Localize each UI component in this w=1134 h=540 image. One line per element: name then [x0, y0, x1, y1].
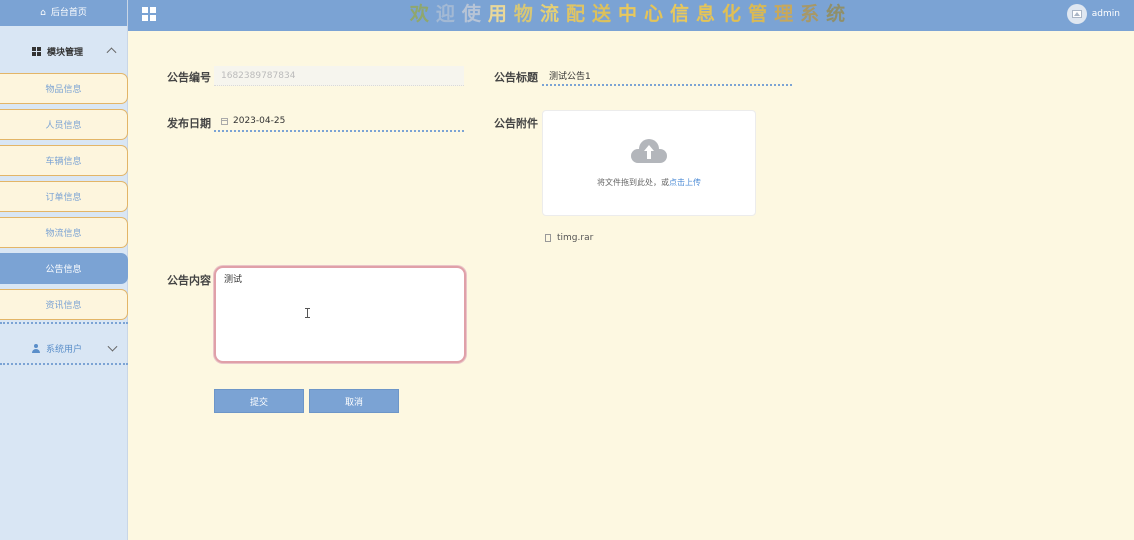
- attachment-label: 公告附件: [494, 117, 538, 130]
- upload-link[interactable]: 点击上传: [669, 178, 701, 187]
- sidebar-item-goods[interactable]: 物品信息: [0, 73, 128, 104]
- cancel-button[interactable]: 取消: [309, 389, 399, 413]
- avatar[interactable]: [1066, 4, 1087, 24]
- sidebar-group-label: 模块管理: [47, 47, 84, 58]
- image-icon: [1071, 10, 1082, 18]
- top-header: 欢迎使用物流配送中心信息化管理系统 admin: [128, 0, 1134, 31]
- sidebar-group-label: 系统用户: [46, 344, 83, 355]
- sidebar-group-users[interactable]: 系统用户: [0, 328, 128, 368]
- sidebar-home-label: 后台首页: [50, 8, 87, 18]
- sidebar-item-logistics[interactable]: 物流信息: [0, 217, 128, 248]
- upload-hint-text: 将文件拖到此处，或: [597, 177, 669, 187]
- sidebar-item-staff[interactable]: 人员信息: [0, 109, 128, 140]
- page-title: 欢迎使用物流配送中心信息化管理系统: [409, 3, 853, 25]
- date-label: 发布日期: [167, 117, 211, 130]
- submit-button[interactable]: 提交: [214, 389, 304, 413]
- id-label: 公告编号: [167, 71, 211, 84]
- content-value: 测试: [224, 275, 243, 285]
- home-icon: ⌂: [40, 8, 46, 18]
- sidebar: ⌂ 后台首页 模块管理 物品信息 人员信息 车辆信息 订单信息 物流信息 公告信…: [0, 0, 128, 540]
- sidebar-item-label: 物品信息: [45, 85, 82, 95]
- sidebar-item-orders[interactable]: 订单信息: [0, 181, 128, 212]
- sidebar-item-label: 车辆信息: [45, 157, 82, 167]
- sidebar-item-announcements[interactable]: 公告信息: [0, 253, 128, 284]
- sidebar-group-modules[interactable]: 模块管理: [0, 31, 127, 71]
- sidebar-item-news[interactable]: 资讯信息: [0, 289, 128, 320]
- sidebar-item-label: 物流信息: [45, 229, 82, 239]
- sidebar-item-label: 订单信息: [45, 193, 82, 203]
- content-label: 公告内容: [167, 274, 211, 287]
- upload-dropzone[interactable]: 将文件拖到此处，或点击上传: [542, 110, 756, 216]
- sidebar-item-label: 公告信息: [45, 265, 82, 275]
- sidebar-divider: [0, 363, 128, 365]
- date-value: 2023-04-25: [233, 116, 286, 126]
- content-textarea[interactable]: 测试: [214, 266, 466, 363]
- text-cursor-icon: [305, 308, 310, 318]
- sidebar-item-vehicles[interactable]: 车辆信息: [0, 145, 128, 176]
- username: admin: [1091, 9, 1120, 19]
- calendar-icon: [221, 117, 228, 125]
- sidebar-divider: [0, 322, 128, 324]
- title-input[interactable]: 测试公告1: [542, 66, 792, 86]
- file-name: timg.rar: [557, 233, 594, 243]
- user-icon: [32, 343, 40, 353]
- attachment-file[interactable]: timg.rar: [545, 233, 593, 243]
- sidebar-home[interactable]: ⌂ 后台首页: [0, 0, 127, 26]
- id-field: 1682389787834: [214, 66, 464, 86]
- title-label: 公告标题: [494, 71, 538, 84]
- chevron-up-icon: [106, 47, 117, 58]
- sidebar-item-label: 人员信息: [45, 121, 82, 131]
- cloud-upload-icon: [631, 138, 667, 163]
- sidebar-item-label: 资讯信息: [45, 301, 82, 311]
- document-icon: [545, 234, 551, 242]
- chevron-down-icon: [107, 341, 118, 352]
- upload-hint: 将文件拖到此处，或点击上传: [597, 177, 701, 188]
- grid-icon: [32, 46, 41, 56]
- title-value: 测试公告1: [549, 71, 591, 82]
- user-menu[interactable]: admin: [1066, 4, 1120, 24]
- id-value: 1682389787834: [221, 70, 296, 81]
- date-picker[interactable]: 2023-04-25: [214, 112, 464, 132]
